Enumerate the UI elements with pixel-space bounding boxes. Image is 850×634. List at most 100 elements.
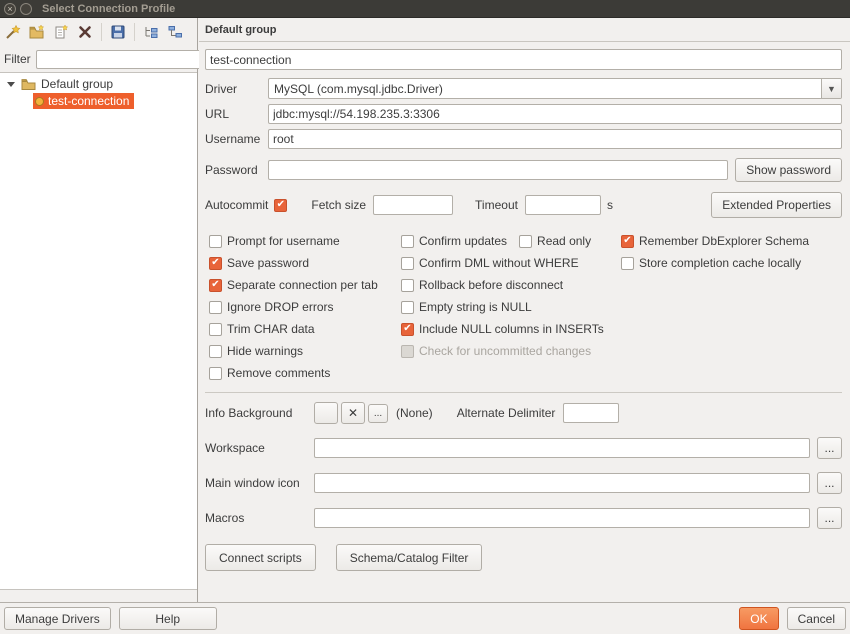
close-button[interactable]: × <box>4 3 16 15</box>
fetch-size-input[interactable] <box>373 195 453 215</box>
checkbox[interactable] <box>209 279 222 292</box>
tree-group-default-group[interactable]: Default group <box>0 76 197 92</box>
filter-input[interactable] <box>36 50 201 69</box>
new-group-button[interactable] <box>26 21 48 43</box>
collapse-tree-button[interactable] <box>164 21 186 43</box>
checkbox[interactable] <box>401 301 414 314</box>
option-read-only[interactable]: Read only <box>519 234 591 248</box>
option-remove-comments[interactable]: Remove comments <box>209 366 330 380</box>
workspace-label: Workspace <box>205 441 314 455</box>
tree-group-label: Default group <box>41 77 113 91</box>
option-ignore-drop-errors[interactable]: Ignore DROP errors <box>209 300 333 314</box>
checkbox <box>401 345 414 358</box>
expand-tree-button[interactable] <box>140 21 162 43</box>
checkbox[interactable] <box>519 235 532 248</box>
option-confirm-updates[interactable]: Confirm updates <box>401 234 507 248</box>
option-trim-char-data[interactable]: Trim CHAR data <box>209 322 315 336</box>
window-title: Select Connection Profile <box>42 3 175 15</box>
option-include-null-columns-in-inserts[interactable]: Include NULL columns in INSERTs <box>401 322 604 336</box>
chevron-down-icon[interactable]: ▼ <box>821 79 841 98</box>
driver-combobox[interactable]: MySQL (com.mysql.jdbc.Driver) ▼ <box>268 78 842 99</box>
delete-profile-button[interactable] <box>74 21 96 43</box>
checkbox[interactable] <box>401 235 414 248</box>
option-label: Confirm updates <box>419 234 507 248</box>
main-window-icon-browse-button[interactable]: ... <box>817 472 842 494</box>
selected-profile[interactable]: test-connection <box>33 93 134 109</box>
profile-tree: Default group test-connection <box>0 72 197 590</box>
schema-catalog-filter-button[interactable]: Schema/Catalog Filter <box>336 544 483 571</box>
workspace-input[interactable] <box>314 438 810 458</box>
url-row: URL <box>205 104 842 124</box>
macros-browse-button[interactable]: ... <box>817 507 842 529</box>
manage-drivers-button[interactable]: Manage Drivers <box>4 607 111 630</box>
url-input[interactable] <box>268 104 842 124</box>
group-header: Default group <box>205 22 842 41</box>
main-window-icon-input[interactable] <box>314 473 810 493</box>
autocommit-checkbox[interactable] <box>274 199 287 212</box>
autocommit-row: Autocommit Fetch size Timeout s Extended… <box>205 192 842 218</box>
password-input[interactable] <box>268 160 728 180</box>
option-save-password[interactable]: Save password <box>209 256 309 270</box>
option-store-completion-cache-locally[interactable]: Store completion cache locally <box>621 256 801 270</box>
option-remember-dbexplorer-schema[interactable]: Remember DbExplorer Schema <box>621 234 809 248</box>
show-password-button[interactable]: Show password <box>735 158 842 182</box>
macros-label: Macros <box>205 511 314 525</box>
header-divider <box>199 41 850 42</box>
option-confirm-dml-without-where[interactable]: Confirm DML without WHERE <box>401 256 579 270</box>
alternate-delimiter-input[interactable] <box>563 403 619 423</box>
profile-toolbar <box>0 18 197 46</box>
extended-properties-button[interactable]: Extended Properties <box>711 192 842 218</box>
option-hide-warnings[interactable]: Hide warnings <box>209 344 303 358</box>
tree-item-test-connection[interactable]: test-connection <box>0 93 197 109</box>
checkbox[interactable] <box>209 235 222 248</box>
option-prompt-for-username[interactable]: Prompt for username <box>209 234 340 248</box>
profile-editor-panel: Default group Driver MySQL (com.mysql.jd… <box>199 18 850 602</box>
main-window-icon-row: Main window icon ... <box>205 472 842 494</box>
url-label: URL <box>205 107 268 121</box>
driver-value: MySQL (com.mysql.jdbc.Driver) <box>274 82 443 96</box>
profile-icon <box>35 97 44 106</box>
option-label: Prompt for username <box>227 234 340 248</box>
checkbox[interactable] <box>401 323 414 336</box>
option-label: Remember DbExplorer Schema <box>639 234 809 248</box>
profile-name-input[interactable] <box>205 49 842 70</box>
expander-icon[interactable] <box>7 82 15 87</box>
clear-color-button[interactable]: ✕ <box>341 402 365 424</box>
checkbox[interactable] <box>621 235 634 248</box>
connect-scripts-button[interactable]: Connect scripts <box>205 544 316 571</box>
checkbox[interactable] <box>209 257 222 270</box>
workspace-browse-button[interactable]: ... <box>817 437 842 459</box>
username-input[interactable] <box>268 129 842 149</box>
option-rollback-before-disconnect[interactable]: Rollback before disconnect <box>401 278 563 292</box>
save-profiles-button[interactable] <box>107 21 129 43</box>
options-column-1: Prompt for username Save password Separa… <box>209 230 401 384</box>
titlebar: × Select Connection Profile <box>0 0 850 18</box>
option-label: Empty string is NULL <box>419 300 532 314</box>
filter-label: Filter <box>4 52 31 66</box>
pick-color-button[interactable]: ... <box>368 404 388 423</box>
checkbox[interactable] <box>209 367 222 380</box>
script-buttons-row: Connect scripts Schema/Catalog Filter <box>205 544 842 571</box>
checkbox[interactable] <box>209 301 222 314</box>
ok-button[interactable]: OK <box>739 607 778 630</box>
close-icon: × <box>7 4 12 14</box>
checkbox[interactable] <box>209 345 222 358</box>
macros-input[interactable] <box>314 508 810 528</box>
info-background-color-swatch[interactable] <box>314 402 338 424</box>
password-label: Password <box>205 163 268 177</box>
cancel-button[interactable]: Cancel <box>787 607 846 630</box>
checkbox[interactable] <box>209 323 222 336</box>
copy-profile-button[interactable] <box>50 21 72 43</box>
checkbox[interactable] <box>401 279 414 292</box>
option-separate-connection-per-tab[interactable]: Separate connection per tab <box>209 278 378 292</box>
checkbox[interactable] <box>621 257 634 270</box>
option-label: Save password <box>227 256 309 270</box>
option-empty-string-is-null[interactable]: Empty string is NULL <box>401 300 532 314</box>
checkbox[interactable] <box>401 257 414 270</box>
option-label: Confirm DML without WHERE <box>419 256 579 270</box>
timeout-input[interactable] <box>525 195 601 215</box>
help-button[interactable]: Help <box>119 607 217 630</box>
new-profile-button[interactable] <box>2 21 24 43</box>
options-grid: Prompt for username Save password Separa… <box>205 230 842 384</box>
minimize-button[interactable] <box>20 3 32 15</box>
